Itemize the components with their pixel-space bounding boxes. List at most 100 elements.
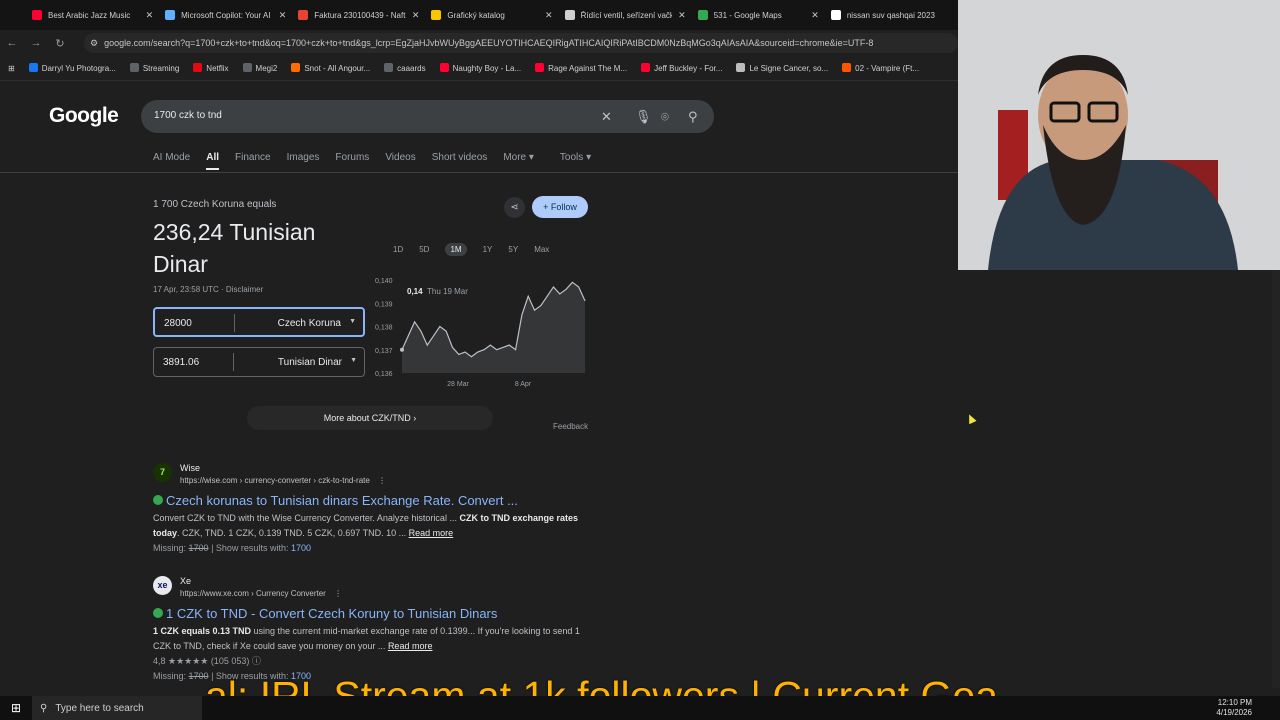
- range-max[interactable]: Max: [534, 245, 549, 256]
- range-5d[interactable]: 5D: [419, 245, 429, 256]
- bookmark[interactable]: Megi2: [242, 63, 277, 73]
- camera-lens-icon[interactable]: ⌾: [661, 109, 669, 125]
- plus-icon: +: [543, 202, 549, 212]
- bookmark[interactable]: Streaming: [129, 63, 179, 73]
- site-info-icon[interactable]: ⚙: [90, 38, 98, 49]
- filter-forums[interactable]: Forums: [335, 152, 369, 170]
- browser-tab[interactable]: Best Arabic Jazz Music ✕: [26, 0, 159, 30]
- filter-images[interactable]: Images: [287, 152, 320, 170]
- result-title-link[interactable]: Czech korunas to Tunisian dinars Exchang…: [153, 493, 518, 508]
- feedback-link[interactable]: Feedback: [553, 422, 588, 431]
- more-vert-icon[interactable]: ⋮: [378, 476, 386, 485]
- windows-start-icon[interactable]: ⊞: [0, 701, 32, 715]
- y-tick-label: 0,139: [375, 301, 393, 308]
- to-amount-field[interactable]: 3891.06 Tunisian Dinar ▼: [153, 347, 365, 377]
- browser-tab[interactable]: Řídící ventil, seřízení vačky ✕: [559, 0, 692, 30]
- search-icon[interactable]: ⚲: [688, 109, 698, 125]
- filter-finance[interactable]: Finance: [235, 152, 271, 170]
- from-amount-input[interactable]: 28000: [164, 318, 192, 329]
- bookmark[interactable]: Le Signe Cancer, so...: [736, 63, 828, 73]
- bookmark-favicon-icon: [535, 63, 545, 72]
- system-clock[interactable]: 12:10 PM 4/19/2026: [1216, 698, 1252, 718]
- close-icon[interactable]: ✕: [678, 10, 686, 21]
- result-url[interactable]: https://wise.com › currency-converter › …: [180, 476, 386, 485]
- close-icon[interactable]: ✕: [412, 10, 420, 21]
- rating: 4,8 ★★★★★ (105 053) ⓘ: [153, 654, 583, 669]
- scrollbar[interactable]: [1272, 270, 1280, 688]
- filter-short-videos[interactable]: Short videos: [432, 152, 488, 170]
- bookmark[interactable]: 02 - Vampire (Ft...: [842, 63, 919, 73]
- tab-strip: Best Arabic Jazz Music ✕ Microsoft Copilo…: [0, 0, 958, 30]
- filter-tools[interactable]: Tools ▾: [560, 152, 591, 170]
- filter-more-label: More: [503, 152, 527, 163]
- divider: [0, 80, 958, 81]
- apps-grid-icon[interactable]: ⊞: [8, 64, 15, 73]
- tab-favicon-icon: [431, 10, 442, 20]
- tab-title: Microsoft Copilot: Your AI: [181, 10, 271, 20]
- read-more-link[interactable]: Read more: [388, 641, 433, 651]
- clear-icon[interactable]: ✕: [601, 109, 612, 125]
- tab-favicon-icon: [298, 10, 309, 20]
- from-currency-select[interactable]: Czech Koruna: [278, 318, 341, 329]
- back-icon[interactable]: ←: [0, 37, 24, 49]
- search-box[interactable]: 1700 czk to tnd ✕ 🎙 ⌾ ⚲: [141, 100, 714, 133]
- browser-tab[interactable]: Grafický katalog ✕: [425, 0, 558, 30]
- url-bar[interactable]: ⚙ google.com/search?q=1700+czk+to+tnd&oq…: [84, 33, 958, 53]
- to-currency-select[interactable]: Tunisian Dinar: [278, 357, 342, 368]
- bookmark[interactable]: Netflix: [193, 63, 229, 73]
- bookmark[interactable]: Jeff Buckley - For...: [641, 63, 722, 73]
- range-1d[interactable]: 1D: [393, 245, 403, 256]
- browser-tab[interactable]: 531 - Google Maps ✕: [692, 0, 825, 30]
- close-icon[interactable]: ✕: [811, 10, 819, 21]
- browser-tab[interactable]: nissan suv qashqai 2023: [825, 0, 958, 30]
- browser-tab[interactable]: Faktura 230100439 - Naft ✕: [292, 0, 425, 30]
- more-about-button[interactable]: More about CZK/TND ›: [247, 406, 493, 430]
- reload-icon[interactable]: ↻: [48, 37, 72, 50]
- result-url[interactable]: https://www.xe.com › Currency Converter …: [180, 589, 342, 598]
- filter-more[interactable]: More ▾: [503, 152, 534, 170]
- search-input[interactable]: 1700 czk to tnd: [154, 110, 222, 121]
- google-logo[interactable]: Google: [49, 104, 119, 128]
- close-icon[interactable]: ✕: [545, 10, 553, 21]
- taskbar-search[interactable]: ⚲ Type here to search: [32, 696, 202, 720]
- close-icon[interactable]: ✕: [146, 10, 154, 21]
- range-5y[interactable]: 5Y: [508, 245, 518, 256]
- search-result: 7 Wise https://wise.com › currency-conve…: [153, 463, 593, 563]
- to-amount-input[interactable]: 3891.06: [163, 357, 199, 368]
- tab-favicon-icon: [830, 10, 841, 20]
- follow-button[interactable]: + Follow: [532, 196, 588, 218]
- bookmark[interactable]: Naughty Boy - La...: [439, 63, 521, 73]
- bookmark[interactable]: Darryl Yu Photogra...: [28, 63, 116, 73]
- range-1y[interactable]: 1Y: [483, 245, 493, 256]
- browser-tab[interactable]: Microsoft Copilot: Your AI ✕: [159, 0, 292, 30]
- from-amount-field[interactable]: 28000 Czech Koruna ▼: [153, 307, 365, 337]
- screen: Best Arabic Jazz Music ✕ Microsoft Copilo…: [0, 0, 1280, 720]
- chart-tooltip-value: 0,14: [407, 287, 423, 296]
- read-more-link[interactable]: Read more: [409, 528, 454, 538]
- share-icon[interactable]: ⋖: [504, 197, 525, 218]
- show-with-link[interactable]: 1700: [291, 543, 311, 553]
- tab-title: Faktura 230100439 - Naft: [314, 10, 406, 20]
- filter-ai-mode[interactable]: AI Mode: [153, 152, 190, 170]
- converter-timestamp[interactable]: 17 Apr, 23:58 UTC · Disclaimer: [153, 285, 263, 294]
- bookmark[interactable]: Rage Against The M...: [535, 63, 627, 73]
- chevron-down-icon[interactable]: ▼: [349, 318, 356, 325]
- microphone-icon[interactable]: 🎙: [635, 109, 652, 125]
- info-icon[interactable]: ⓘ: [252, 656, 261, 666]
- exchange-rate-chart[interactable]: 0,140 0,139 0,138 0,137 0,136 0,14 Thu 19 Mar 2…: [370, 275, 590, 390]
- result-url-text: https://wise.com › currency-converter › …: [180, 476, 370, 485]
- missing-term: 1700: [188, 543, 209, 553]
- result-title-link[interactable]: 1 CZK to TND - Convert Czech Koruny to T…: [153, 606, 497, 621]
- forward-icon[interactable]: →: [24, 37, 48, 49]
- range-1m[interactable]: 1M: [445, 243, 467, 256]
- filter-all[interactable]: All: [206, 152, 220, 170]
- show-with-label: | Show results with:: [211, 543, 289, 553]
- bookmark[interactable]: caaards: [384, 63, 426, 73]
- chevron-down-icon[interactable]: ▼: [350, 357, 357, 364]
- more-vert-icon[interactable]: ⋮: [334, 589, 342, 598]
- filter-videos[interactable]: Videos: [385, 152, 415, 170]
- result-title: Czech korunas to Tunisian dinars Exchang…: [166, 493, 518, 508]
- bookmark-label: Darryl Yu Photogra...: [41, 64, 116, 73]
- bookmark[interactable]: Snot - All Angour...: [291, 63, 370, 73]
- close-icon[interactable]: ✕: [279, 10, 287, 21]
